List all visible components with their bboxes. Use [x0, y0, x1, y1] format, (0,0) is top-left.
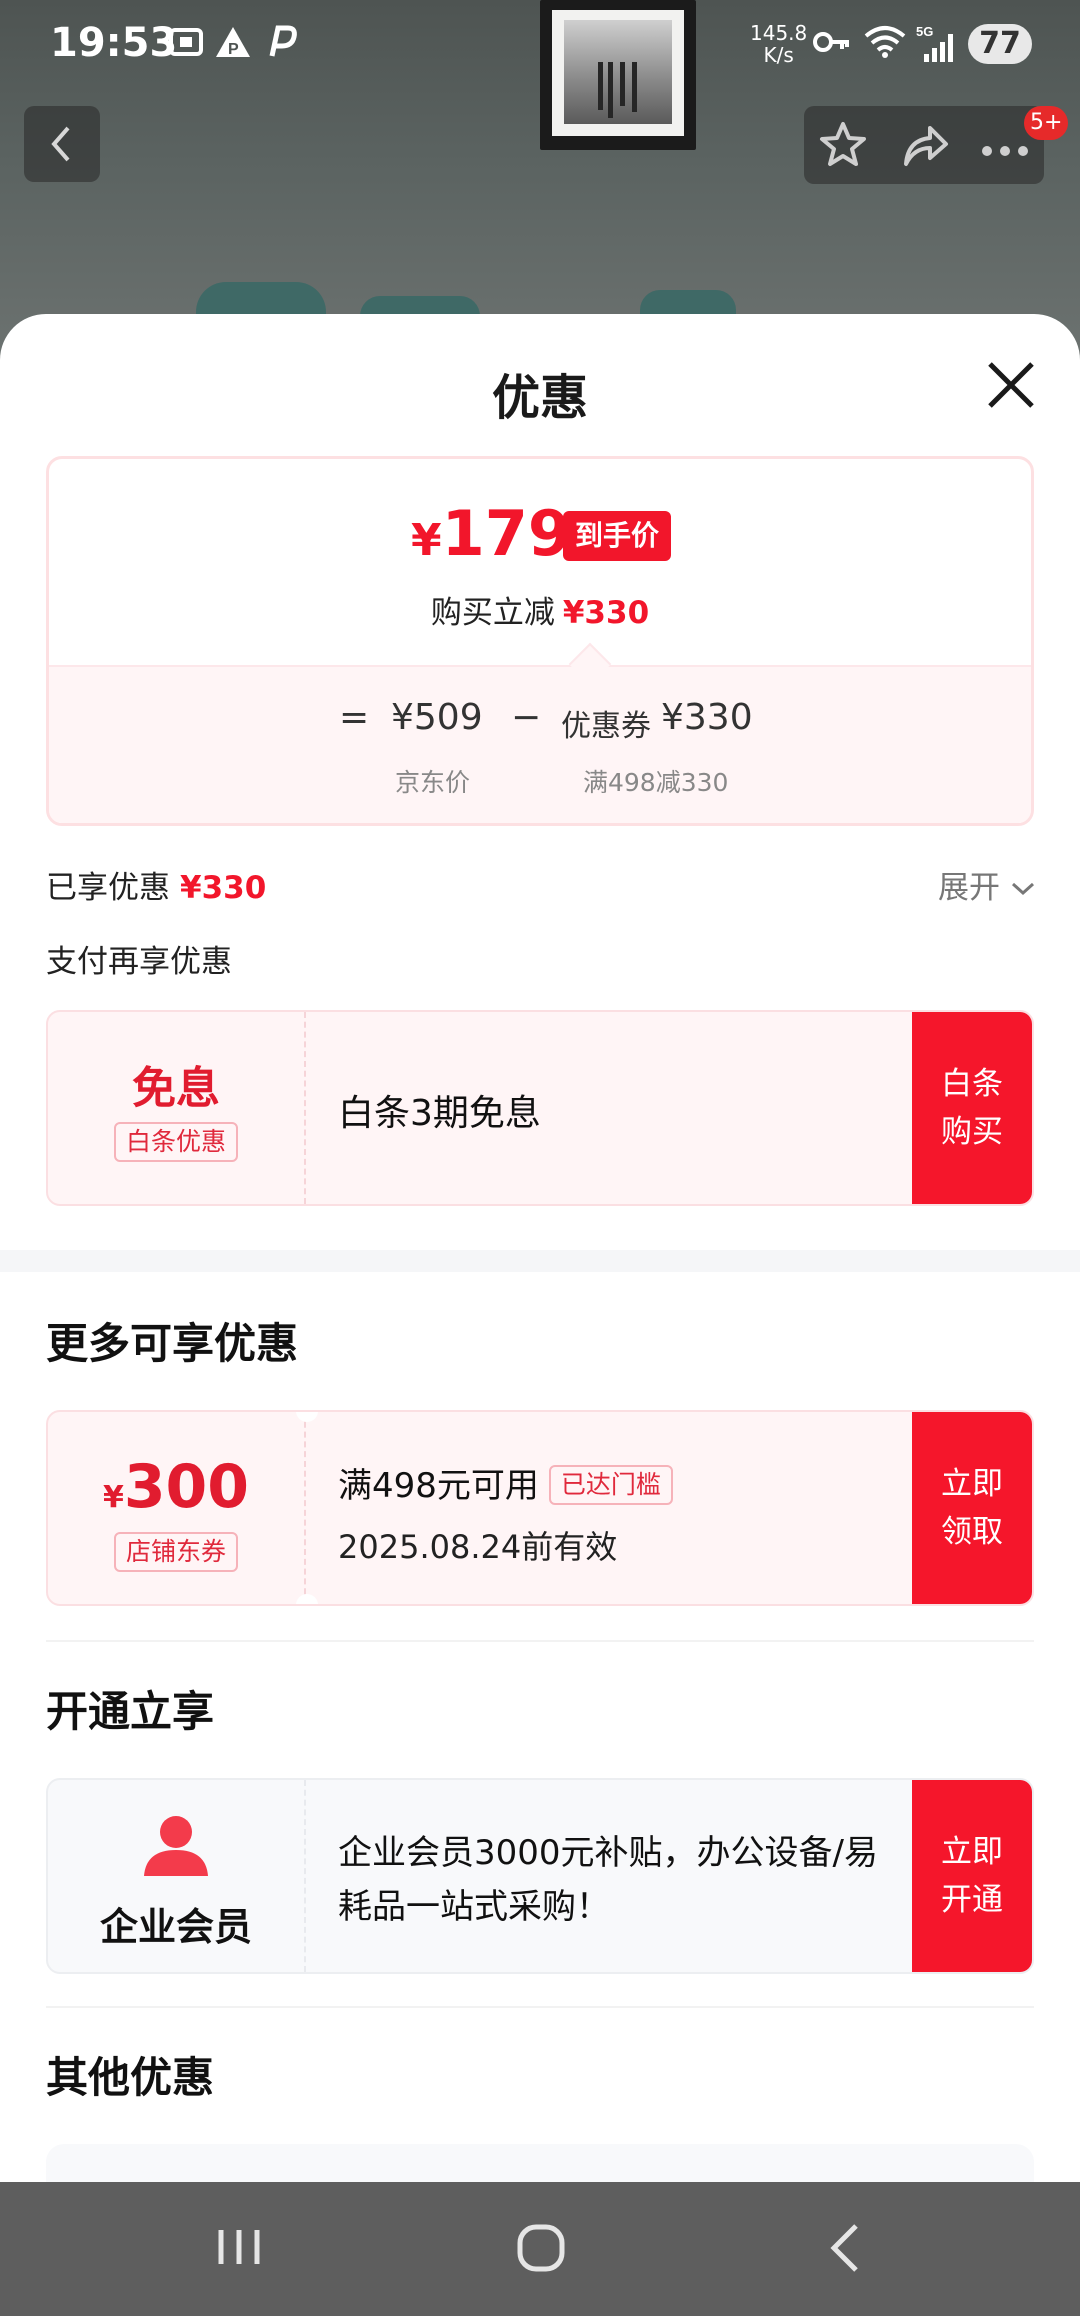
parking-app-icon: [262, 24, 298, 69]
recent-apps-icon: [218, 2230, 260, 2264]
status-time: 19:53: [50, 20, 178, 66]
screenshot-icon: [168, 24, 204, 69]
recent-apps-button[interactable]: [194, 2208, 284, 2288]
system-back-button[interactable]: [800, 2208, 890, 2288]
chevron-left-icon: [51, 126, 70, 162]
equals-sign: =: [339, 697, 370, 738]
pay-section-title: 支付再享优惠: [46, 944, 232, 980]
network-speed: 145.8 K/s: [750, 21, 808, 67]
star-icon: [820, 122, 866, 166]
user-avatar-icon: [144, 1816, 208, 1876]
favorite-star-button[interactable]: [812, 114, 874, 176]
discount-sheet: 优惠 ¥179 到手价 购买立减 ¥330 = ¥509 − 优惠券 ¥330 京…: [0, 314, 1080, 2182]
close-icon: [988, 362, 1034, 408]
signal-5g-icon: 5G: [916, 24, 956, 73]
other-discount-card: [46, 2144, 1034, 2182]
message-count-badge: 5+: [1024, 106, 1069, 140]
other-discounts-title: 其他优惠: [46, 2053, 215, 2102]
more-dots-icon: [982, 146, 1028, 156]
status-bar: 19:53 P 145.8 K/s 5G 77: [0, 0, 1080, 92]
vpn-key-icon: [812, 24, 852, 69]
home-button[interactable]: [496, 2208, 586, 2288]
interest-free-label: 免息: [132, 1063, 220, 1114]
baitiao-tag: 白条优惠: [113, 1122, 238, 1162]
coupon-expiry: 2025.08.24前有效: [338, 1528, 618, 1566]
close-button[interactable]: [984, 358, 1038, 412]
svg-text:P: P: [228, 41, 239, 58]
minus-sign: −: [511, 697, 542, 738]
enterprise-member-card: 企业会员 企业会员3000元补贴，办公设备/易耗品一站式采购！ 立即 开通: [46, 1778, 1034, 1974]
section-divider: [0, 1250, 1080, 1272]
instant-reduction: 购买立减 ¥330: [430, 595, 650, 631]
wifi-icon: [862, 24, 908, 69]
coupon-amount: ¥330: [661, 697, 753, 738]
open-to-enjoy-title: 开通立享: [46, 1687, 215, 1736]
back-button[interactable]: [24, 106, 100, 182]
store-coupon: ¥300 店铺东券 满498元可用 已达门槛 2025.08.24前有效 立即 领…: [46, 1410, 1034, 1606]
price-breakdown: = ¥509 − 优惠券 ¥330 京东价 满498减330: [49, 665, 1031, 823]
coupon-value: ¥300: [102, 1452, 250, 1522]
claim-coupon-button[interactable]: 立即 领取: [912, 1412, 1032, 1604]
home-icon: [517, 2224, 565, 2272]
coupon-rule: 满498减330: [583, 768, 729, 797]
chevron-down-icon: [1011, 882, 1034, 896]
back-arrow-icon: [830, 2224, 858, 2272]
activate-member-button[interactable]: 立即 开通: [912, 1780, 1032, 1972]
installment-text: 白条3期免息: [338, 1093, 541, 1134]
jd-price-label: 京东价: [395, 768, 471, 797]
share-arrow-icon: [904, 126, 948, 166]
enterprise-member-desc: 企业会员3000元补贴，办公设备/易耗品一站式采购！: [338, 1833, 878, 1927]
system-navigation-bar: [0, 2182, 1080, 2316]
more-discounts-title: 更多可享优惠: [46, 1319, 299, 1368]
jd-price: ¥509: [391, 697, 483, 738]
baitiao-buy-button[interactable]: 白条 购买: [912, 1012, 1032, 1204]
threshold-reached-tag: 已达门槛: [548, 1465, 673, 1505]
price-summary-card: ¥179 到手价 购买立减 ¥330 = ¥509 − 优惠券 ¥330 京东价 …: [46, 456, 1034, 826]
coupon-condition: 满498元可用 已达门槛: [338, 1458, 673, 1507]
expand-button[interactable]: 展开: [938, 862, 1036, 907]
enterprise-member-label: 企业会员: [99, 1905, 252, 1949]
final-price-tag: 到手价: [563, 511, 672, 561]
battery-indicator: 77: [968, 24, 1032, 64]
interest-free-coupon: 免息 白条优惠 白条3期免息 白条 购买: [46, 1010, 1034, 1206]
sheet-title: 优惠: [491, 370, 588, 426]
share-button[interactable]: [894, 114, 956, 176]
final-price: ¥179: [411, 497, 572, 570]
saved-discount: 已享优惠 ¥330: [46, 870, 267, 906]
coupon-label: 优惠券: [561, 709, 651, 744]
svg-text:5G: 5G: [916, 24, 933, 39]
store-coupon-tag: 店铺东券: [113, 1532, 238, 1572]
top-action-bar: [804, 106, 1044, 184]
warning-p-icon: P: [214, 24, 252, 69]
